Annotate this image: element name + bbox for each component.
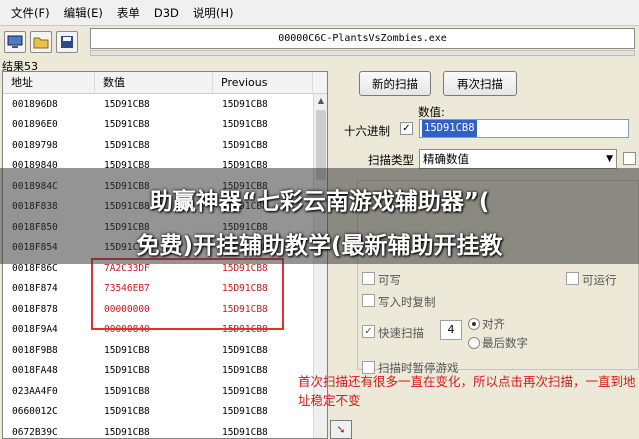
- table-row[interactable]: 0672B39C 15D91CB8 15D91CB8: [3, 422, 327, 438]
- table-row[interactable]: 0660012C 15D91CB8 15D91CB8: [3, 402, 327, 423]
- table-cell-addr: 0672B39C: [12, 426, 58, 438]
- menu-table[interactable]: 表单: [110, 0, 147, 26]
- value-input-text: 15D91CB8: [422, 120, 477, 137]
- computer-icon: [7, 35, 23, 48]
- executable-checkbox[interactable]: [566, 272, 579, 285]
- banner-title-line-1: 助赢神器“七彩云南游戏辅助器”(: [149, 189, 490, 215]
- table-cell-val: 15D91CB8: [104, 406, 150, 418]
- fast-scan-label: 快速扫描: [378, 326, 424, 340]
- scan-progress-bar: [90, 50, 635, 56]
- tutorial-annotation: 首次扫描还有很多一直在变化，所以点击再次扫描，一直到地址稳定不变: [298, 374, 636, 408]
- banner-title-line-2: 免费)开挂辅助教学(最新辅助开挂教: [136, 233, 503, 259]
- menu-file[interactable]: 文件(F): [4, 0, 57, 26]
- arrow-pointer-icon: ➘: [336, 423, 346, 436]
- highlight-box: [91, 258, 284, 330]
- hex-label: 十六进制: [344, 124, 390, 138]
- column-header-previous[interactable]: Previous: [213, 72, 313, 93]
- table-cell-val: 15D91CB8: [104, 385, 150, 397]
- table-cell-prev: 15D91CB8: [222, 344, 268, 356]
- value-label: 数值:: [418, 105, 445, 119]
- scan-type-select[interactable]: 精确数值 ▼: [419, 149, 617, 169]
- table-cell-addr: 00189798: [12, 139, 58, 151]
- table-row[interactable]: 023AA4F0 15D91CB8 15D91CB8: [3, 381, 327, 402]
- save-button[interactable]: [56, 31, 78, 53]
- copy-on-write-label: 写入时复制: [378, 295, 436, 309]
- hex-checkbox[interactable]: ✓: [400, 122, 413, 135]
- writable-label: 可写: [378, 273, 401, 287]
- writable-checkbox[interactable]: [362, 272, 375, 285]
- table-row[interactable]: 00189798 15D91CB8 15D91CB8: [3, 135, 327, 156]
- process-name-field: 00000C6C-PlantsVsZombies.exe: [90, 28, 635, 49]
- table-cell-addr: 0018F9B8: [12, 344, 58, 356]
- menu-edit[interactable]: 编辑(E): [57, 0, 110, 26]
- table-cell-val: 15D91CB8: [104, 426, 150, 438]
- table-cell-prev: 15D91CB8: [222, 98, 268, 110]
- column-header-value[interactable]: 数值: [95, 72, 213, 93]
- value-input[interactable]: 15D91CB8: [419, 119, 629, 138]
- table-cell-addr: 0018F86C: [12, 262, 58, 274]
- select-process-button[interactable]: [4, 31, 26, 53]
- executable-label: 可运行: [582, 273, 617, 287]
- table-cell-addr: 0660012C: [12, 406, 58, 418]
- table-cell-addr: 001896E0: [12, 119, 58, 131]
- add-address-button[interactable]: ➘: [330, 420, 352, 439]
- open-file-button[interactable]: [30, 31, 52, 53]
- scan-type-value: 精确数值: [423, 152, 469, 166]
- side-checkbox[interactable]: [623, 152, 636, 165]
- table-row[interactable]: 0018FA48 15D91CB8 15D91CB8: [3, 361, 327, 382]
- table-cell-addr: 023AA4F0: [12, 385, 58, 397]
- table-cell-val: 15D91CB8: [104, 365, 150, 377]
- table-row[interactable]: 001896E0 15D91CB8 15D91CB8: [3, 115, 327, 136]
- scroll-up-icon[interactable]: ▲: [314, 94, 327, 108]
- last-digits-radio[interactable]: [468, 337, 480, 349]
- folder-icon: [33, 37, 49, 49]
- table-cell-val: 15D91CB8: [104, 98, 150, 110]
- align-radio[interactable]: [468, 318, 480, 330]
- table-cell-prev: 15D91CB8: [222, 139, 268, 151]
- table-cell-val: 15D91CB8: [104, 139, 150, 151]
- table-cell-addr: 0018F874: [12, 283, 58, 295]
- first-scan-button[interactable]: 新的扫描: [359, 71, 431, 96]
- align-label: 对齐: [482, 317, 505, 331]
- table-cell-addr: 0018FA48: [12, 365, 58, 377]
- last-digits-label: 最后数字: [482, 336, 528, 350]
- list-header: 地址 数值 Previous: [3, 72, 327, 94]
- menu-d3d[interactable]: D3D: [147, 0, 186, 26]
- table-cell-addr: 0018F878: [12, 303, 58, 315]
- copy-on-write-checkbox[interactable]: [362, 294, 375, 307]
- table-cell-prev: 15D91CB8: [222, 119, 268, 131]
- fast-scan-checkbox[interactable]: ✓: [362, 325, 375, 338]
- fast-scan-alignment-input[interactable]: 4: [440, 320, 462, 340]
- table-cell-val: 15D91CB8: [104, 344, 150, 356]
- menu-help[interactable]: 说明(H): [186, 0, 241, 26]
- column-header-address[interactable]: 地址: [3, 72, 95, 93]
- chevron-down-icon: ▼: [606, 154, 613, 164]
- table-row[interactable]: 001896D8 15D91CB8 15D91CB8: [3, 94, 327, 115]
- next-scan-button[interactable]: 再次扫描: [443, 71, 517, 96]
- table-cell-prev: 15D91CB8: [222, 426, 268, 438]
- table-cell-addr: 0018F9A4: [12, 324, 58, 336]
- floppy-icon: [61, 36, 73, 48]
- menu-bar: 文件(F) 编辑(E) 表单 D3D 说明(H): [0, 0, 639, 26]
- table-cell-addr: 001896D8: [12, 98, 58, 110]
- table-cell-val: 15D91CB8: [104, 119, 150, 131]
- scan-type-label: 扫描类型: [368, 153, 414, 167]
- table-row[interactable]: 0018F9B8 15D91CB8 15D91CB8: [3, 340, 327, 361]
